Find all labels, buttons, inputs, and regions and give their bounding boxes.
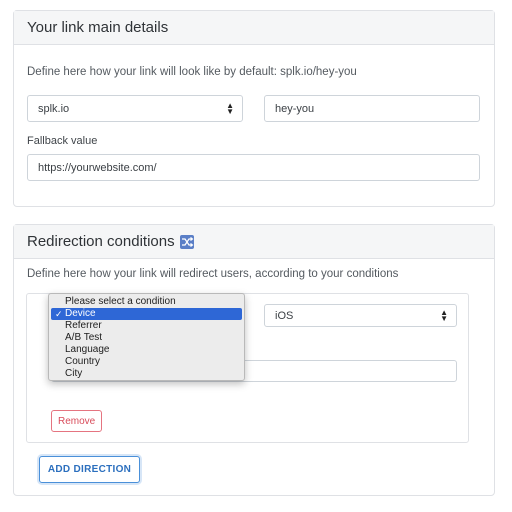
dropdown-option-label: Device — [65, 308, 96, 319]
check-icon: ✓ — [55, 309, 63, 319]
redirection-title: Redirection conditions — [27, 233, 175, 250]
main-details-title: Your link main details — [14, 11, 494, 45]
condition-dropdown-list[interactable]: Please select a condition ✓ Device Refer… — [48, 293, 245, 381]
dropdown-option-selected[interactable]: ✓ Device — [51, 308, 242, 320]
dropdown-option[interactable]: Language — [49, 344, 244, 356]
dropdown-option[interactable]: Referrer — [49, 320, 244, 332]
domain-select-value: splk.io — [38, 102, 70, 115]
shuffle-icon — [179, 234, 194, 249]
dropdown-option[interactable]: Country — [49, 356, 244, 368]
dropdown-option[interactable]: A/B Test — [49, 332, 244, 344]
domain-select[interactable]: splk.io ▲ ▼ — [27, 95, 243, 122]
fallback-input[interactable]: https://yourwebsite.com/ — [27, 154, 480, 181]
fallback-label: Fallback value — [27, 135, 98, 147]
add-direction-button[interactable]: ADD DIRECTION — [39, 456, 140, 483]
dropdown-option[interactable]: Please select a condition — [49, 296, 244, 308]
redirection-header: Redirection conditions — [14, 225, 494, 259]
slug-input[interactable]: hey-you — [264, 95, 480, 122]
remove-button[interactable]: Remove — [51, 410, 103, 432]
main-details-description: Define here how your link will look like… — [27, 66, 357, 78]
select-caret-icon: ▲ ▼ — [440, 308, 448, 323]
fallback-input-value: https://yourwebsite.com/ — [38, 161, 157, 174]
dropdown-option[interactable]: City — [49, 368, 244, 380]
select-caret-icon: ▲ ▼ — [226, 101, 234, 116]
slug-input-value: hey-you — [275, 102, 315, 115]
condition-value-text: iOS — [275, 309, 294, 322]
redirection-description: Define here how your link will redirect … — [27, 268, 399, 280]
condition-value-select[interactable]: iOS ▲ ▼ — [264, 304, 457, 327]
